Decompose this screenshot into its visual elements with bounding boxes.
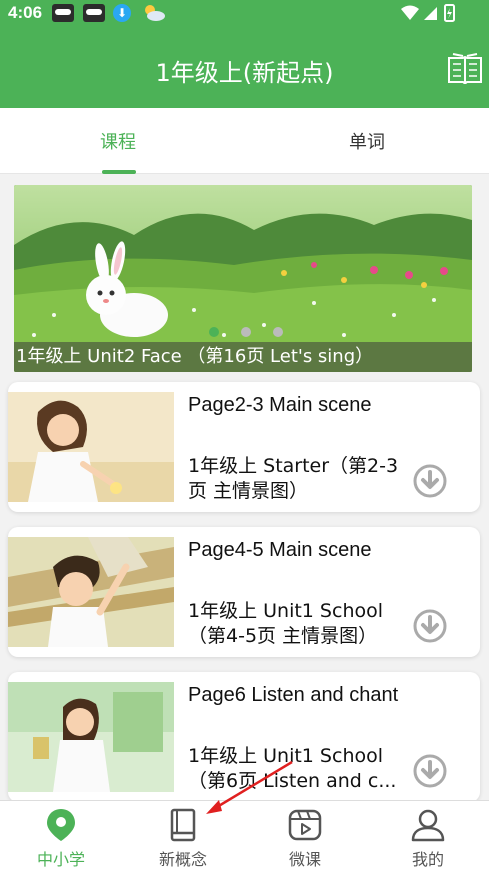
tab-bar: 课程 单词: [0, 108, 489, 174]
status-time: 4:06: [8, 3, 43, 22]
book-icon: [170, 808, 196, 842]
location-pin-icon: [47, 809, 75, 841]
person-icon: [411, 809, 445, 842]
nav-item-micro-course[interactable]: 微课: [244, 801, 366, 886]
nav-item-primary-school[interactable]: 中小学: [0, 801, 122, 886]
lesson-thumbnail: [8, 682, 174, 792]
status-bar: 4:06 ⬇: [0, 0, 489, 28]
lesson-description: 1年级上 Unit1 School（第4-5页 主情景图）: [188, 600, 384, 647]
page-indicator: [209, 322, 305, 341]
download-icon[interactable]: [413, 464, 447, 498]
page-dot: [273, 327, 283, 337]
weather-icon: [145, 5, 165, 21]
download-icon[interactable]: [413, 754, 447, 788]
tab-course[interactable]: 课程: [100, 128, 136, 154]
lesson-card[interactable]: Page4-5 Main scene 1年级上 Unit1 School（第4-…: [8, 527, 480, 657]
tab-words[interactable]: 单词: [349, 128, 385, 154]
app-header: 4:06 ⬇ 1年级上(新起点): [0, 0, 489, 108]
lesson-description: 1年级上 Starter（第2-3页 主情景图）: [188, 455, 399, 502]
status-indicators: [401, 4, 455, 22]
lesson-description: 1年级上 Unit1 School（第6页 Listen and c...: [188, 745, 397, 792]
lesson-thumbnail: [8, 537, 174, 647]
nav-label: 新概念: [158, 850, 207, 869]
lesson-title: Page2-3 Main scene: [188, 394, 372, 416]
page-title: 1年级上(新起点): [155, 59, 334, 87]
tab-indicator: [102, 170, 136, 174]
lesson-title: Page6 Listen and chant: [188, 684, 399, 706]
bottom-navigation: 中小学 新概念 微课 我的: [0, 800, 489, 886]
nav-item-mine[interactable]: 我的: [367, 801, 489, 886]
nav-label: 微课: [288, 850, 321, 869]
lesson-card[interactable]: Page6 Listen and chant 1年级上 Unit1 School…: [8, 672, 480, 802]
lesson-thumbnail: [8, 392, 174, 502]
video-play-icon: [288, 809, 322, 841]
download-icon[interactable]: [413, 609, 447, 643]
banner-caption: 1年级上 Unit2 Face （第16页 Let's sing）: [14, 342, 472, 372]
page-dot: [209, 327, 219, 337]
nav-item-new-concept[interactable]: 新概念: [122, 801, 244, 886]
lesson-title: Page4-5 Main scene: [188, 539, 372, 561]
nav-label: 中小学: [36, 850, 85, 869]
notification-app-icon: [83, 4, 105, 22]
nav-label: 我的: [411, 850, 444, 869]
notification-app-icon: [52, 4, 74, 22]
lesson-card[interactable]: Page2-3 Main scene 1年级上 Starter（第2-3页 主情…: [8, 382, 480, 512]
open-book-icon[interactable]: [446, 52, 484, 86]
download-notification-icon: ⬇: [113, 4, 131, 22]
page-dot: [241, 327, 251, 337]
banner-carousel[interactable]: 1年级上 Unit2 Face （第16页 Let's sing）: [14, 185, 472, 372]
